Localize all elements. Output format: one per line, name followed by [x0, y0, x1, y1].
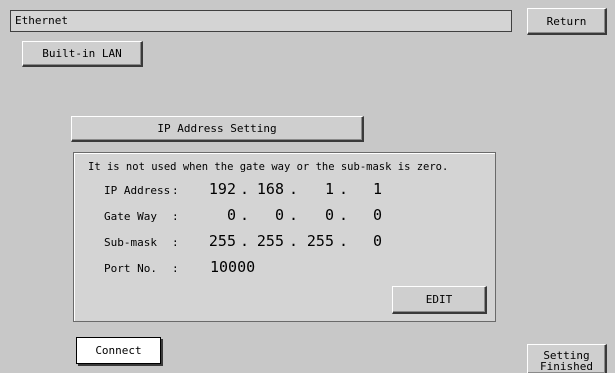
ip-dot-2: . — [289, 180, 299, 198]
setting-finished-button[interactable]: Setting Finished — [527, 344, 607, 373]
built-in-lan-button[interactable]: Built-in LAN — [22, 41, 143, 67]
window-title: Ethernet — [15, 14, 68, 27]
port-label: Port No. — [104, 262, 157, 275]
zero-note-text: It is not used when the gate way or the … — [88, 161, 449, 173]
ip-octet-3: 1 — [324, 180, 334, 198]
port-value: 10000 — [210, 258, 256, 276]
ip-octet-2: 168 — [256, 180, 284, 198]
ip-address-setting-button[interactable]: IP Address Setting — [71, 116, 364, 142]
submask-dot-2: . — [289, 232, 299, 250]
submask-colon: : — [172, 236, 179, 249]
window-title-bar: Ethernet — [10, 10, 512, 32]
gateway-colon: : — [172, 210, 179, 223]
submask-octet-3: 255 — [306, 232, 334, 250]
ip-octet-1: 192 — [208, 180, 236, 198]
gateway-value: 0 . 0 . 0 . 0 — [200, 206, 420, 226]
ip-address-label: IP Address — [104, 184, 171, 197]
submask-octet-4: 0 — [372, 232, 382, 250]
gateway-octet-2: 0 — [274, 206, 284, 224]
submask-octet-1: 255 — [208, 232, 236, 250]
ip-address-colon: : — [172, 184, 179, 197]
setting-finished-line-2: Finished — [540, 360, 593, 373]
ip-address-value: 192 . 168 . 1 . 1 — [200, 180, 420, 200]
submask-label: Sub-mask — [104, 236, 157, 249]
return-button[interactable]: Return — [527, 8, 607, 35]
connect-button[interactable]: Connect — [76, 337, 161, 364]
edit-button[interactable]: EDIT — [392, 286, 487, 314]
gateway-dot-2: . — [289, 206, 299, 224]
gateway-octet-4: 0 — [372, 206, 382, 224]
submask-octet-2: 255 — [256, 232, 284, 250]
ip-octet-4: 1 — [372, 180, 382, 198]
submask-value: 255 . 255 . 255 . 0 — [200, 232, 420, 252]
gateway-octet-3: 0 — [324, 206, 334, 224]
port-colon: : — [172, 262, 179, 275]
gateway-octet-1: 0 — [226, 206, 236, 224]
gateway-label: Gate Way — [104, 210, 157, 223]
